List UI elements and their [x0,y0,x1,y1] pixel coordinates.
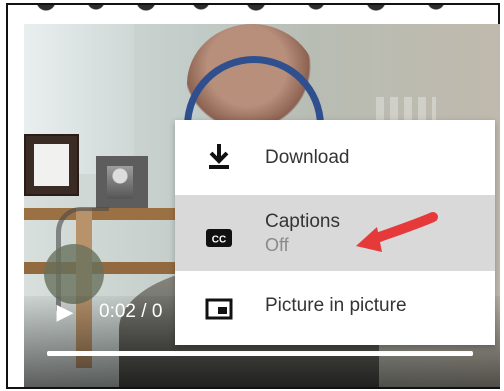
play-button[interactable]: ▶ [53,299,77,325]
svg-text:CC: CC [212,235,226,246]
progress-fill [47,351,473,356]
cropped-heading-strip [8,5,498,23]
captions-state: Off [265,235,289,255]
menu-item-download[interactable]: Download [175,120,495,194]
picture-in-picture-label: Picture in picture [265,295,407,316]
red-annotation-arrow [356,212,438,252]
closed-captions-icon: CC [206,229,232,247]
progress-bar[interactable] [47,351,473,356]
framed-photo [96,156,148,211]
captions-label: Captions [265,211,340,232]
background-object [44,244,104,304]
download-label: Download [265,147,350,168]
current-time: 0:02 / 0 [99,301,163,322]
menu-item-picture-in-picture[interactable]: Picture in picture [175,271,495,345]
wall-picture-frame [24,134,79,196]
picture-in-picture-icon [205,298,233,320]
play-icon: ▶ [56,299,74,324]
download-icon [209,144,229,169]
cropped-heading-text [26,5,466,13]
